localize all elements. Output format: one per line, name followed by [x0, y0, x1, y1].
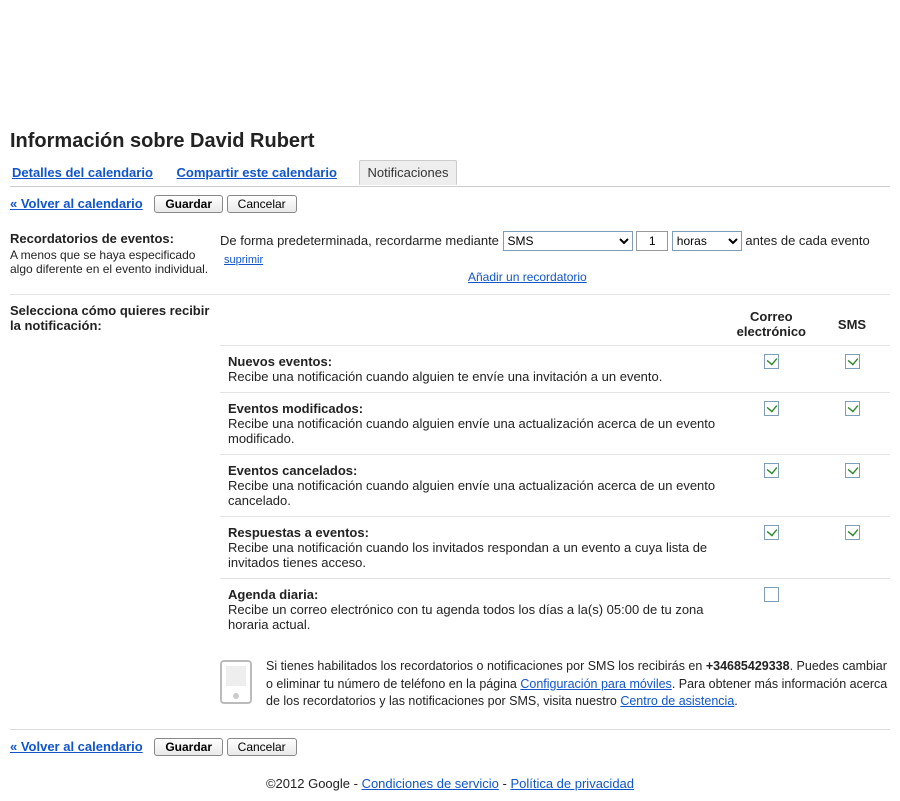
notify-table: Correo electrónico SMS Nuevos eventos:Re…	[220, 303, 890, 640]
info-phone: +34685429338	[706, 659, 790, 673]
mobile-settings-link[interactable]: Configuración para móviles	[520, 677, 671, 691]
notify-row-desc: Nuevos eventos:Recibe una notificación c…	[220, 346, 729, 393]
table-row: Agenda diaria:Recibe un correo electróni…	[220, 579, 890, 641]
tabs-bar: Detalles del calendario Compartir este c…	[10, 161, 890, 187]
checkbox[interactable]	[845, 354, 860, 369]
reminder-method-select[interactable]: SMS	[503, 231, 633, 251]
notify-row-desc: Eventos modificados:Recibe una notificac…	[220, 393, 729, 455]
reminder-lead-text: De forma predeterminada, recordarme medi…	[220, 233, 499, 248]
reminder-trail-text: antes de cada evento	[745, 233, 869, 248]
help-center-link[interactable]: Centro de asistencia	[620, 694, 734, 708]
checkbox[interactable]	[764, 525, 779, 540]
table-row: Eventos cancelados:Recibe una notificaci…	[220, 455, 890, 517]
footer-privacy-link[interactable]: Política de privacidad	[510, 776, 634, 791]
notify-label: Selecciona cómo quieres recibir la notif…	[10, 303, 220, 333]
tab-share[interactable]: Compartir este calendario	[175, 161, 339, 184]
action-row-top: « Volver al calendario Guardar Cancelar	[10, 195, 890, 213]
back-link-bottom[interactable]: « Volver al calendario	[10, 739, 143, 754]
reminder-remove-link[interactable]: suprimir	[224, 254, 263, 266]
table-row: Eventos modificados:Recibe una notificac…	[220, 393, 890, 455]
footer-terms-link[interactable]: Condiciones de servicio	[362, 776, 499, 791]
checkbox[interactable]	[764, 587, 779, 602]
notify-section: Selecciona cómo quieres recibir la notif…	[10, 295, 890, 721]
reminders-label: Recordatorios de eventos:	[10, 231, 220, 246]
info-part1: Si tienes habilitados los recordatorios …	[266, 659, 706, 673]
tab-notifications[interactable]: Notificaciones	[359, 160, 458, 185]
save-button[interactable]: Guardar	[154, 195, 223, 213]
sms-info-box: Si tienes habilitados los recordatorios …	[220, 652, 890, 711]
info-part4: .	[734, 694, 737, 708]
cancel-button[interactable]: Cancelar	[227, 195, 297, 213]
checkbox[interactable]	[764, 354, 779, 369]
page-title: Información sobre David Rubert	[10, 130, 890, 153]
col-email: Correo electrónico	[729, 303, 814, 346]
footer: ©2012 Google - Condiciones de servicio -…	[10, 776, 890, 791]
checkbox[interactable]	[845, 525, 860, 540]
checkbox[interactable]	[845, 401, 860, 416]
reminder-unit-select[interactable]: horas	[672, 231, 742, 251]
reminders-section: Recordatorios de eventos: A menos que se…	[10, 223, 890, 295]
checkbox[interactable]	[764, 401, 779, 416]
phone-icon	[220, 660, 252, 704]
checkbox[interactable]	[764, 463, 779, 478]
save-button-bottom[interactable]: Guardar	[154, 738, 223, 756]
notify-row-desc: Respuestas a eventos:Recibe una notifica…	[220, 517, 729, 579]
back-link[interactable]: « Volver al calendario	[10, 196, 143, 211]
checkbox[interactable]	[845, 463, 860, 478]
tab-details[interactable]: Detalles del calendario	[10, 161, 155, 184]
footer-copyright: ©2012 Google -	[266, 776, 362, 791]
cancel-button-bottom[interactable]: Cancelar	[227, 738, 297, 756]
add-reminder-link[interactable]: Añadir un recordatorio	[468, 270, 890, 284]
col-sms: SMS	[814, 303, 890, 346]
table-row: Respuestas a eventos:Recibe una notifica…	[220, 517, 890, 579]
notify-row-desc: Eventos cancelados:Recibe una notificaci…	[220, 455, 729, 517]
reminders-hint: A menos que se haya especificado algo di…	[10, 248, 220, 276]
reminder-number-input[interactable]	[636, 231, 668, 251]
action-row-bottom: « Volver al calendario Guardar Cancelar	[10, 738, 890, 756]
table-row: Nuevos eventos:Recibe una notificación c…	[220, 346, 890, 393]
notify-row-desc: Agenda diaria:Recibe un correo electróni…	[220, 579, 729, 641]
